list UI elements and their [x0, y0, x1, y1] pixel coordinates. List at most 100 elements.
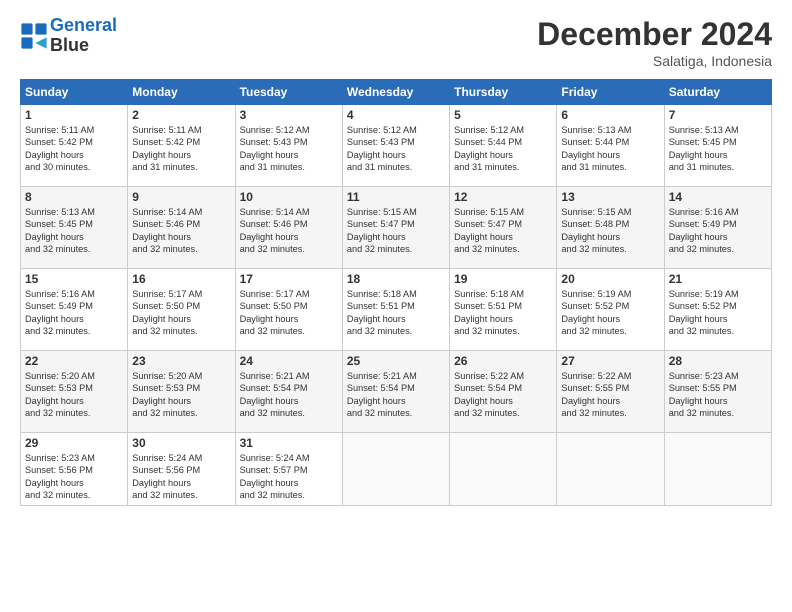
day-number: 11	[347, 190, 445, 204]
day-number: 13	[561, 190, 659, 204]
table-row: 9 Sunrise: 5:14 AM Sunset: 5:46 PM Dayli…	[128, 187, 235, 269]
day-info: Sunrise: 5:13 AM Sunset: 5:45 PM Dayligh…	[669, 124, 767, 174]
table-row: 4 Sunrise: 5:12 AM Sunset: 5:43 PM Dayli…	[342, 105, 449, 187]
day-info: Sunrise: 5:18 AM Sunset: 5:51 PM Dayligh…	[454, 288, 552, 338]
col-friday: Friday	[557, 80, 664, 105]
day-info: Sunrise: 5:19 AM Sunset: 5:52 PM Dayligh…	[669, 288, 767, 338]
day-info: Sunrise: 5:21 AM Sunset: 5:54 PM Dayligh…	[240, 370, 338, 420]
day-info: Sunrise: 5:21 AM Sunset: 5:54 PM Dayligh…	[347, 370, 445, 420]
table-row: 16 Sunrise: 5:17 AM Sunset: 5:50 PM Dayl…	[128, 269, 235, 351]
day-number: 20	[561, 272, 659, 286]
table-row: 15 Sunrise: 5:16 AM Sunset: 5:49 PM Dayl…	[21, 269, 128, 351]
table-row	[664, 433, 771, 506]
day-number: 28	[669, 354, 767, 368]
day-number: 5	[454, 108, 552, 122]
col-monday: Monday	[128, 80, 235, 105]
day-info: Sunrise: 5:11 AM Sunset: 5:42 PM Dayligh…	[132, 124, 230, 174]
table-row: 18 Sunrise: 5:18 AM Sunset: 5:51 PM Dayl…	[342, 269, 449, 351]
table-row: 23 Sunrise: 5:20 AM Sunset: 5:53 PM Dayl…	[128, 351, 235, 433]
day-number: 23	[132, 354, 230, 368]
day-info: Sunrise: 5:12 AM Sunset: 5:44 PM Dayligh…	[454, 124, 552, 174]
day-info: Sunrise: 5:14 AM Sunset: 5:46 PM Dayligh…	[132, 206, 230, 256]
calendar-week-row: 29 Sunrise: 5:23 AM Sunset: 5:56 PM Dayl…	[21, 433, 772, 506]
table-row: 11 Sunrise: 5:15 AM Sunset: 5:47 PM Dayl…	[342, 187, 449, 269]
calendar-week-row: 15 Sunrise: 5:16 AM Sunset: 5:49 PM Dayl…	[21, 269, 772, 351]
day-info: Sunrise: 5:22 AM Sunset: 5:54 PM Dayligh…	[454, 370, 552, 420]
day-info: Sunrise: 5:18 AM Sunset: 5:51 PM Dayligh…	[347, 288, 445, 338]
table-row: 5 Sunrise: 5:12 AM Sunset: 5:44 PM Dayli…	[450, 105, 557, 187]
day-number: 4	[347, 108, 445, 122]
col-thursday: Thursday	[450, 80, 557, 105]
calendar-week-row: 8 Sunrise: 5:13 AM Sunset: 5:45 PM Dayli…	[21, 187, 772, 269]
day-number: 29	[25, 436, 123, 450]
table-row: 8 Sunrise: 5:13 AM Sunset: 5:45 PM Dayli…	[21, 187, 128, 269]
day-info: Sunrise: 5:13 AM Sunset: 5:45 PM Dayligh…	[25, 206, 123, 256]
day-info: Sunrise: 5:15 AM Sunset: 5:47 PM Dayligh…	[454, 206, 552, 256]
day-number: 19	[454, 272, 552, 286]
table-row: 13 Sunrise: 5:15 AM Sunset: 5:48 PM Dayl…	[557, 187, 664, 269]
day-number: 26	[454, 354, 552, 368]
day-number: 6	[561, 108, 659, 122]
table-row: 10 Sunrise: 5:14 AM Sunset: 5:46 PM Dayl…	[235, 187, 342, 269]
day-info: Sunrise: 5:15 AM Sunset: 5:48 PM Dayligh…	[561, 206, 659, 256]
day-info: Sunrise: 5:20 AM Sunset: 5:53 PM Dayligh…	[132, 370, 230, 420]
day-number: 14	[669, 190, 767, 204]
day-number: 10	[240, 190, 338, 204]
calendar-table: Sunday Monday Tuesday Wednesday Thursday…	[20, 79, 772, 506]
day-number: 2	[132, 108, 230, 122]
day-number: 27	[561, 354, 659, 368]
day-number: 9	[132, 190, 230, 204]
table-row: 29 Sunrise: 5:23 AM Sunset: 5:56 PM Dayl…	[21, 433, 128, 506]
day-info: Sunrise: 5:23 AM Sunset: 5:55 PM Dayligh…	[669, 370, 767, 420]
day-number: 16	[132, 272, 230, 286]
location: Salatiga, Indonesia	[537, 53, 772, 69]
table-row: 19 Sunrise: 5:18 AM Sunset: 5:51 PM Dayl…	[450, 269, 557, 351]
table-row	[342, 433, 449, 506]
day-info: Sunrise: 5:24 AM Sunset: 5:57 PM Dayligh…	[240, 452, 338, 502]
calendar-week-row: 22 Sunrise: 5:20 AM Sunset: 5:53 PM Dayl…	[21, 351, 772, 433]
day-info: Sunrise: 5:20 AM Sunset: 5:53 PM Dayligh…	[25, 370, 123, 420]
logo: GeneralBlue	[20, 16, 117, 56]
day-number: 21	[669, 272, 767, 286]
day-number: 8	[25, 190, 123, 204]
day-info: Sunrise: 5:24 AM Sunset: 5:56 PM Dayligh…	[132, 452, 230, 502]
table-row: 21 Sunrise: 5:19 AM Sunset: 5:52 PM Dayl…	[664, 269, 771, 351]
page-header: GeneralBlue December 2024 Salatiga, Indo…	[20, 16, 772, 69]
day-info: Sunrise: 5:23 AM Sunset: 5:56 PM Dayligh…	[25, 452, 123, 502]
page-container: GeneralBlue December 2024 Salatiga, Indo…	[0, 0, 792, 516]
table-row: 3 Sunrise: 5:12 AM Sunset: 5:43 PM Dayli…	[235, 105, 342, 187]
table-row: 25 Sunrise: 5:21 AM Sunset: 5:54 PM Dayl…	[342, 351, 449, 433]
table-row: 26 Sunrise: 5:22 AM Sunset: 5:54 PM Dayl…	[450, 351, 557, 433]
table-row: 2 Sunrise: 5:11 AM Sunset: 5:42 PM Dayli…	[128, 105, 235, 187]
table-row: 28 Sunrise: 5:23 AM Sunset: 5:55 PM Dayl…	[664, 351, 771, 433]
table-row: 14 Sunrise: 5:16 AM Sunset: 5:49 PM Dayl…	[664, 187, 771, 269]
col-wednesday: Wednesday	[342, 80, 449, 105]
day-number: 17	[240, 272, 338, 286]
table-row: 31 Sunrise: 5:24 AM Sunset: 5:57 PM Dayl…	[235, 433, 342, 506]
day-number: 15	[25, 272, 123, 286]
day-number: 30	[132, 436, 230, 450]
col-saturday: Saturday	[664, 80, 771, 105]
title-block: December 2024 Salatiga, Indonesia	[537, 16, 772, 69]
day-info: Sunrise: 5:16 AM Sunset: 5:49 PM Dayligh…	[25, 288, 123, 338]
day-info: Sunrise: 5:15 AM Sunset: 5:47 PM Dayligh…	[347, 206, 445, 256]
table-row: 20 Sunrise: 5:19 AM Sunset: 5:52 PM Dayl…	[557, 269, 664, 351]
day-number: 31	[240, 436, 338, 450]
day-number: 12	[454, 190, 552, 204]
logo-icon	[20, 22, 48, 50]
day-info: Sunrise: 5:12 AM Sunset: 5:43 PM Dayligh…	[347, 124, 445, 174]
day-info: Sunrise: 5:22 AM Sunset: 5:55 PM Dayligh…	[561, 370, 659, 420]
table-row: 30 Sunrise: 5:24 AM Sunset: 5:56 PM Dayl…	[128, 433, 235, 506]
day-number: 18	[347, 272, 445, 286]
logo-text: GeneralBlue	[50, 16, 117, 56]
table-row: 24 Sunrise: 5:21 AM Sunset: 5:54 PM Dayl…	[235, 351, 342, 433]
day-number: 7	[669, 108, 767, 122]
day-number: 24	[240, 354, 338, 368]
table-row	[450, 433, 557, 506]
table-row: 7 Sunrise: 5:13 AM Sunset: 5:45 PM Dayli…	[664, 105, 771, 187]
day-number: 22	[25, 354, 123, 368]
day-number: 25	[347, 354, 445, 368]
month-title: December 2024	[537, 16, 772, 53]
calendar-header-row: Sunday Monday Tuesday Wednesday Thursday…	[21, 80, 772, 105]
table-row: 1 Sunrise: 5:11 AM Sunset: 5:42 PM Dayli…	[21, 105, 128, 187]
